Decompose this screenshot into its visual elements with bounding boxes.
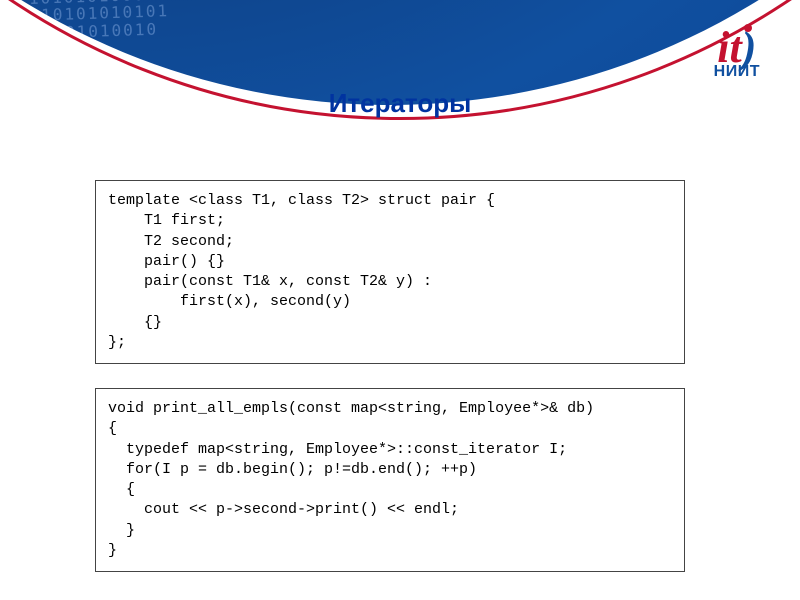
logo-dot-icon [744, 24, 752, 32]
code-block-print-function: void print_all_empls(const map<string, E… [95, 388, 685, 572]
slide-content: template <class T1, class T2> struct pai… [95, 180, 685, 596]
slide-header: 01010011010101 1010101000101 01010101010… [0, 0, 800, 170]
org-logo: it) НИИТ [714, 30, 760, 81]
slide-title: Итераторы [0, 88, 800, 119]
logo-it-text: it [717, 23, 741, 72]
code-block-pair-struct: template <class T1, class T2> struct pai… [95, 180, 685, 364]
logo-it-mark: it) [714, 30, 760, 65]
